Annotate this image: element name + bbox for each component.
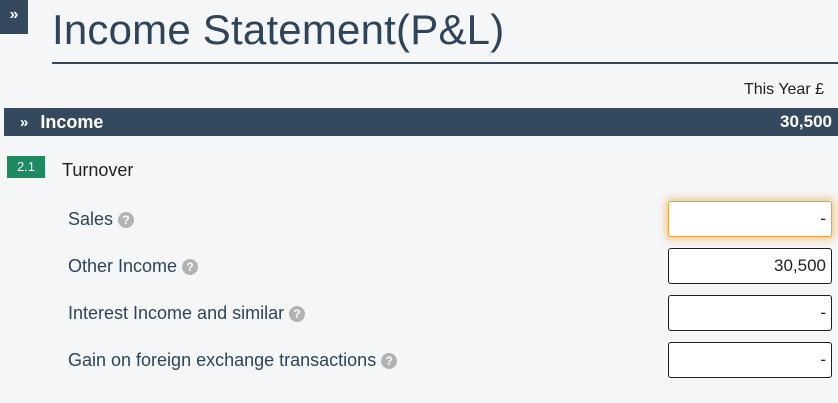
line-item-label-text: Other Income	[68, 256, 178, 276]
line-item-label: Gain on foreign exchange transactions ?	[68, 350, 398, 371]
sales-amount-input[interactable]	[668, 201, 832, 237]
line-item-label: Other Income ?	[68, 256, 199, 277]
line-item-label-text: Interest Income and similar	[68, 303, 285, 323]
double-chevron-down-icon[interactable]: »	[20, 115, 28, 130]
section-header-left: » Income	[20, 112, 103, 133]
other-income-amount-input[interactable]	[668, 248, 832, 284]
line-item-label-text: Sales	[68, 209, 114, 229]
help-icon[interactable]: ?	[381, 352, 398, 369]
expand-sidebar-button[interactable]: »	[0, 0, 28, 34]
section-label: Income	[40, 111, 104, 132]
help-icon[interactable]: ?	[118, 211, 135, 228]
line-item-row: Other Income ?	[0, 248, 838, 284]
fx-gain-amount-input[interactable]	[668, 342, 832, 378]
column-header-this-year: This Year £	[743, 81, 824, 98]
line-item-row: Gain on foreign exchange transactions ?	[0, 342, 838, 378]
group-number-badge: 2.1	[7, 156, 45, 178]
interest-income-amount-input[interactable]	[668, 295, 832, 331]
group-label-turnover: Turnover	[62, 160, 134, 180]
page-title: Income Statement(P&L)	[52, 6, 505, 53]
line-item-label-text: Gain on foreign exchange transactions	[68, 350, 377, 370]
section-header-income[interactable]: » Income 30,500	[4, 108, 838, 136]
line-item-label: Sales ?	[68, 209, 135, 230]
line-item-label: Interest Income and similar ?	[68, 303, 306, 324]
line-item-row: Sales ?	[0, 201, 838, 237]
help-icon[interactable]: ?	[289, 305, 306, 322]
section-total: 30,500	[780, 112, 832, 131]
double-chevron-right-icon: »	[9, 6, 19, 23]
help-icon[interactable]: ?	[182, 258, 199, 275]
line-item-row: Interest Income and similar ?	[0, 295, 838, 331]
title-divider	[52, 62, 838, 64]
